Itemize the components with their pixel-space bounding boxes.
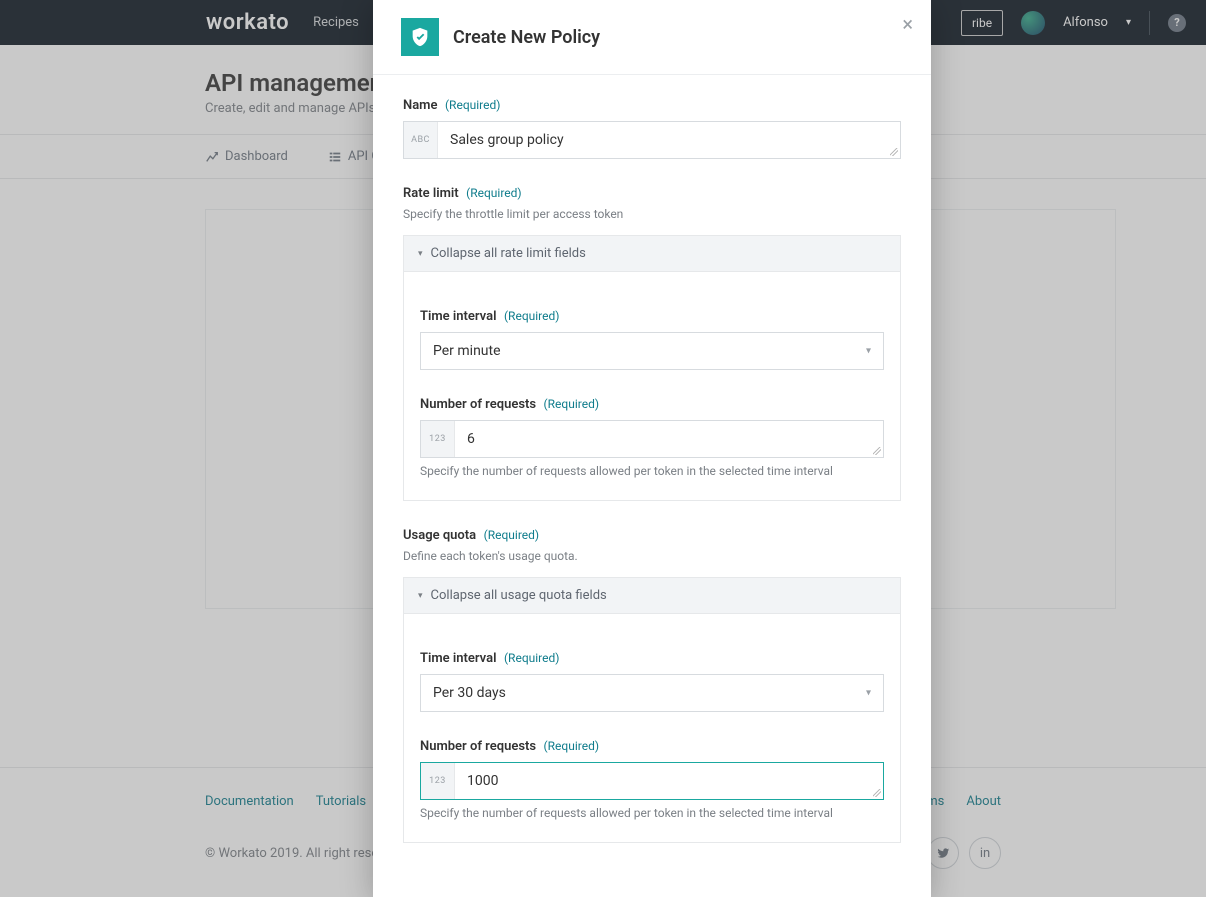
- rate-num-requests-input[interactable]: [455, 421, 883, 457]
- create-policy-modal: Create New Policy × Name (Required) ABC …: [373, 0, 931, 897]
- resize-handle-icon[interactable]: [873, 447, 881, 455]
- rate-num-requests-group: Number of requests (Required) 123 Specif…: [420, 396, 884, 478]
- usage-time-interval-group: Time interval (Required) Per 30 days ▾: [420, 650, 884, 712]
- usage-num-requests-input-wrap: 123: [420, 762, 884, 800]
- name-input[interactable]: [438, 122, 900, 158]
- rate-num-requests-required: (Required): [544, 397, 599, 411]
- collapse-rate-limit-label: Collapse all rate limit fields: [431, 246, 586, 261]
- rate-time-interval-label: Time interval: [420, 309, 496, 324]
- usage-num-requests-group: Number of requests (Required) 123 Specif…: [420, 738, 884, 820]
- rate-limit-label: Rate limit: [403, 186, 459, 201]
- rate-limit-section: Rate limit (Required) Specify the thrott…: [403, 185, 901, 501]
- name-required: (Required): [445, 98, 500, 112]
- chevron-down-icon: ▾: [866, 346, 871, 357]
- collapse-chevron-icon: ▾: [418, 591, 423, 601]
- text-type-icon: ABC: [404, 122, 438, 158]
- number-type-icon: 123: [421, 763, 455, 799]
- rate-limit-helper: Specify the throttle limit per access to…: [403, 207, 901, 221]
- collapse-usage-quota-label: Collapse all usage quota fields: [431, 588, 607, 603]
- collapse-rate-limit[interactable]: ▾ Collapse all rate limit fields: [403, 235, 901, 272]
- name-label: Name: [403, 98, 437, 113]
- rate-time-interval-value: Per minute: [433, 343, 501, 359]
- usage-num-requests-input[interactable]: [455, 763, 883, 799]
- chevron-down-icon: ▾: [866, 688, 871, 699]
- name-field-group: Name (Required) ABC: [403, 97, 901, 159]
- modal-body: Name (Required) ABC Rate limit (Required…: [373, 75, 931, 873]
- rate-time-interval-select[interactable]: Per minute ▾: [420, 332, 884, 370]
- resize-handle-icon[interactable]: [873, 789, 881, 797]
- rate-num-requests-label: Number of requests: [420, 397, 536, 412]
- usage-time-interval-required: (Required): [504, 651, 559, 665]
- usage-quota-inner: Time interval (Required) Per 30 days ▾ N…: [403, 614, 901, 843]
- modal-title: Create New Policy: [453, 27, 600, 48]
- resize-handle-icon[interactable]: [890, 148, 898, 156]
- collapse-usage-quota[interactable]: ▾ Collapse all usage quota fields: [403, 577, 901, 614]
- collapse-chevron-icon: ▾: [418, 249, 423, 259]
- rate-num-requests-helper: Specify the number of requests allowed p…: [420, 464, 884, 478]
- usage-num-requests-required: (Required): [544, 739, 599, 753]
- number-type-icon: 123: [421, 421, 455, 457]
- rate-limit-required: (Required): [466, 186, 521, 200]
- modal-header: Create New Policy ×: [373, 0, 931, 75]
- rate-limit-inner: Time interval (Required) Per minute ▾ Nu…: [403, 272, 901, 501]
- usage-time-interval-label: Time interval: [420, 651, 496, 666]
- usage-quota-helper: Define each token's usage quota.: [403, 549, 901, 563]
- usage-quota-required: (Required): [484, 528, 539, 542]
- usage-time-interval-select[interactable]: Per 30 days ▾: [420, 674, 884, 712]
- shield-icon: [401, 18, 439, 56]
- usage-quota-section: Usage quota (Required) Define each token…: [403, 527, 901, 843]
- usage-num-requests-helper: Specify the number of requests allowed p…: [420, 806, 884, 820]
- rate-time-interval-group: Time interval (Required) Per minute ▾: [420, 308, 884, 370]
- usage-num-requests-label: Number of requests: [420, 739, 536, 754]
- usage-time-interval-value: Per 30 days: [433, 685, 506, 701]
- close-icon[interactable]: ×: [902, 14, 913, 34]
- name-input-wrap: ABC: [403, 121, 901, 159]
- rate-time-interval-required: (Required): [504, 309, 559, 323]
- usage-quota-label: Usage quota: [403, 528, 476, 543]
- rate-num-requests-input-wrap: 123: [420, 420, 884, 458]
